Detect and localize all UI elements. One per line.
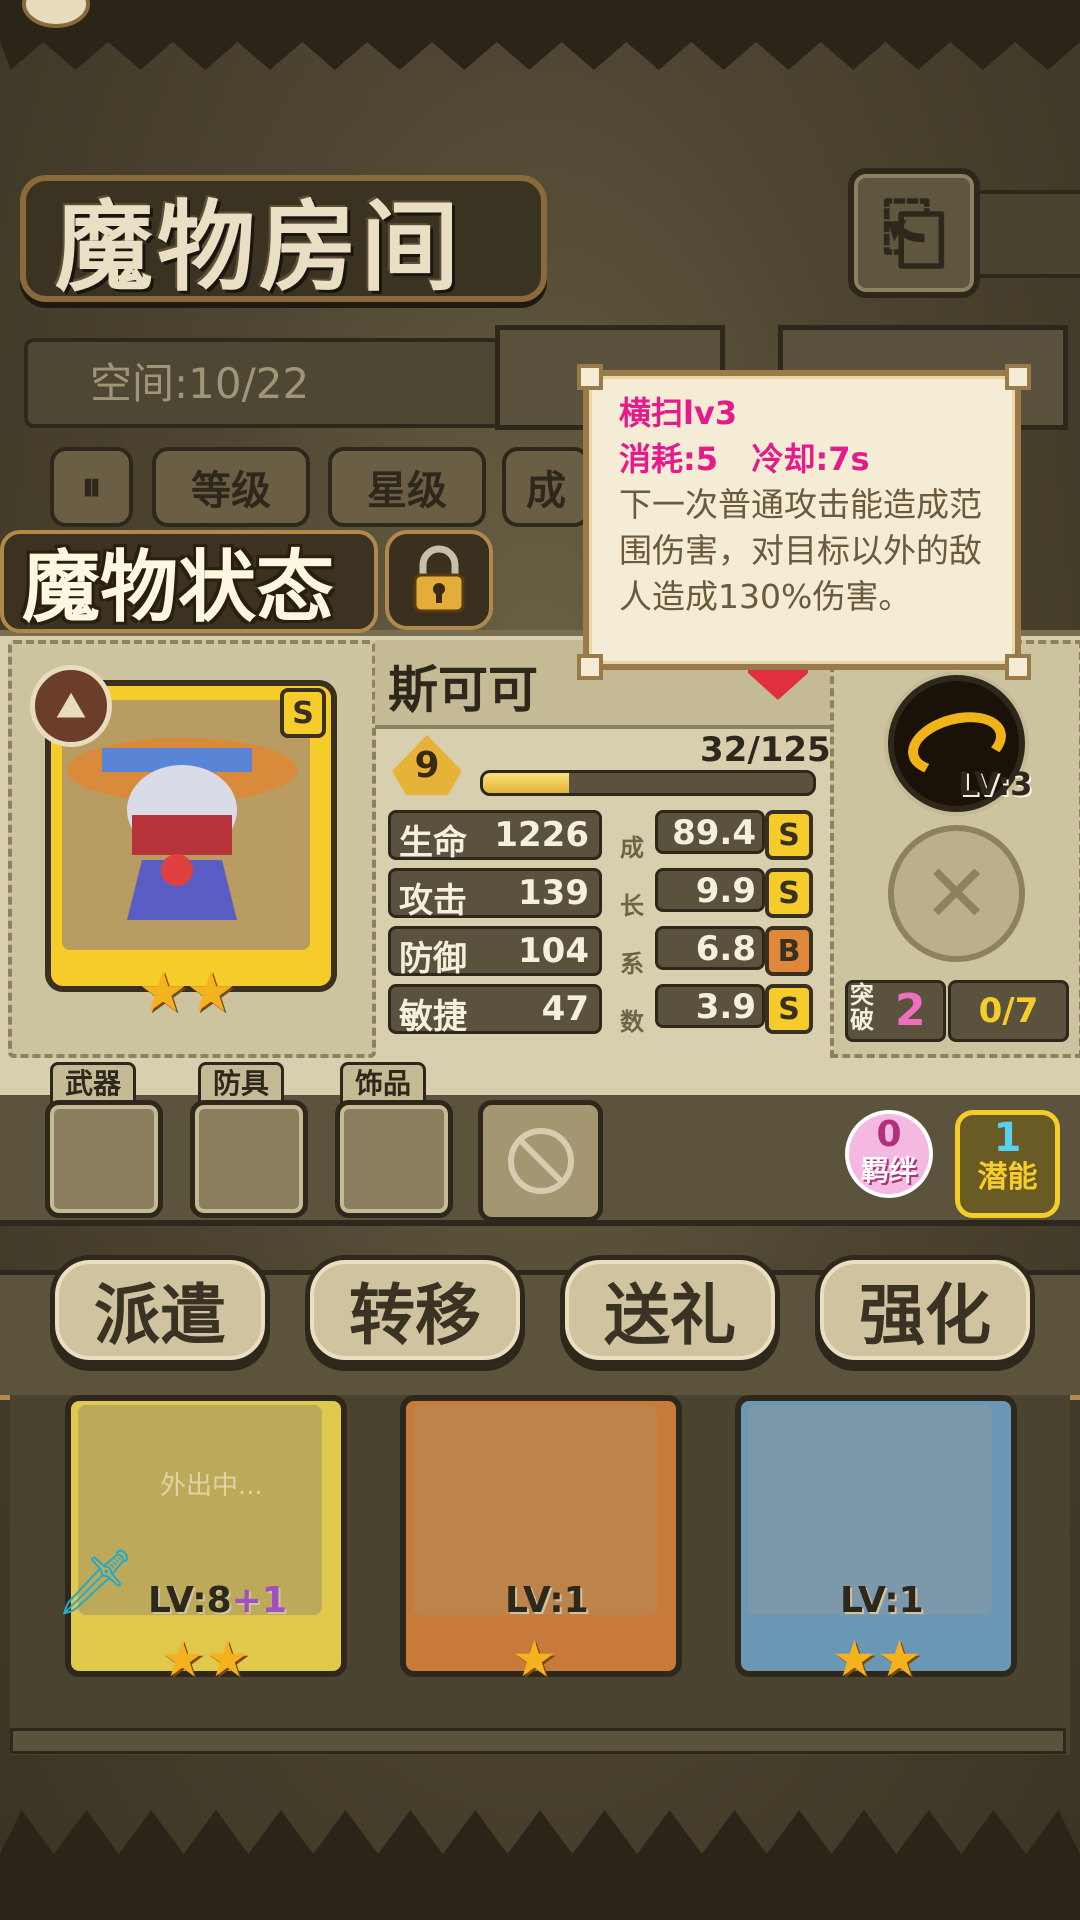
dispatch-button[interactable]: 派遣 [50, 1255, 270, 1365]
growth-attack: 9.9 [655, 868, 765, 912]
space-count: 空间:10/22 [90, 359, 310, 408]
breakthrough-label: 突破 [850, 981, 874, 1034]
breakthrough-count: 2 [895, 985, 926, 1036]
lock-button[interactable] [385, 530, 493, 630]
stat-attack: 攻击 139 [388, 868, 602, 921]
monster-name: 斯可可 [388, 661, 538, 719]
no-entry-icon [507, 1128, 574, 1194]
grade-badge: S [765, 810, 813, 860]
growth-hp: 89.4 [655, 810, 765, 854]
bond-label: 羁绊 [860, 1154, 917, 1187]
stat-label: 防御 [399, 939, 467, 979]
stat-value: 139 [518, 873, 589, 913]
grade-badge: S [765, 868, 813, 918]
sort-toggle-button[interactable]: ⏸ [50, 447, 133, 527]
potential-count: 1 [993, 1115, 1022, 1161]
tooltip-corner [1005, 364, 1031, 390]
tooltip-corner [577, 364, 603, 390]
tooltip-title: 横扫lv3 [619, 394, 738, 432]
growth-label: 长 [620, 892, 644, 920]
star-icon: ★ [160, 1630, 205, 1688]
stat-label: 生命 [399, 823, 467, 863]
close-icon: ✕ [922, 847, 991, 940]
potential-button[interactable]: 1 潜能 [955, 1110, 1060, 1218]
tooltip-corner [1005, 654, 1031, 680]
filter-growth-button[interactable]: 成 [502, 447, 590, 527]
tooltip-cost: 消耗:5 冷却:7s [619, 440, 870, 478]
return-arrow-icon: ⎗ [882, 186, 946, 279]
star-icon: ★ [205, 1630, 250, 1688]
status-title: 魔物状态 [22, 542, 335, 633]
monster-portrait [62, 700, 310, 950]
transfer-button[interactable]: 转移 [305, 1255, 525, 1365]
exp-text: 32/125 [700, 730, 831, 770]
list-level: LV:8+1 [148, 1580, 287, 1621]
stat-hp: 生命 1226 [388, 810, 602, 863]
bottom-border [0, 1810, 1080, 1920]
list-level-bonus: +1 [231, 1580, 287, 1621]
growth-defense: 6.8 [655, 926, 765, 970]
back-button[interactable]: ⎗ [848, 168, 980, 298]
potential-label: 潜能 [977, 1160, 1038, 1195]
bond-count: 0 [876, 1114, 902, 1155]
growth-label: 成 [620, 834, 644, 862]
stat-value: 104 [518, 931, 589, 971]
skill-tooltip: 横扫lv3 消耗:5 冷却:7s 下一次普通攻击能造成范围伤害，对目标以外的敌人… [583, 370, 1021, 670]
growth-label: 系 [620, 950, 644, 978]
sort-icon: ⏸ [81, 464, 102, 510]
filter-level-button[interactable]: 等级 [152, 447, 310, 527]
star-icon: ★ [877, 1630, 922, 1688]
armor-slot[interactable] [190, 1100, 308, 1218]
skill-level: LV:3 [958, 765, 1033, 803]
star-icon: ★ [832, 1630, 877, 1688]
rank-badge: S [280, 688, 326, 738]
enhance-button[interactable]: 强化 [815, 1255, 1035, 1365]
away-status: 外出中... [160, 1471, 263, 1501]
lock-icon [413, 545, 465, 613]
bond-button[interactable]: 0 羁绊 [845, 1110, 933, 1198]
growth-label: 数 [620, 1008, 644, 1036]
exp-bar [480, 770, 816, 796]
list-level: LV:1 [840, 1580, 924, 1621]
weapon-slot[interactable] [45, 1100, 163, 1218]
stat-agility: 敏捷 47 [388, 984, 602, 1037]
tooltip-corner [577, 654, 603, 680]
growth-agility: 3.9 [655, 984, 765, 1028]
stat-label: 敏捷 [399, 997, 467, 1037]
stat-value: 47 [541, 989, 589, 1029]
exp-fill [483, 773, 569, 793]
empty-skill-slot[interactable]: ✕ [888, 825, 1025, 962]
grade-badge: B [765, 926, 813, 976]
stat-defense: 防御 104 [388, 926, 602, 979]
stat-label: 攻击 [399, 881, 467, 921]
page-title: 魔物房间 [55, 190, 464, 305]
class-mountain-icon: ⛰ [30, 665, 112, 747]
accessory-slot[interactable] [335, 1100, 453, 1218]
tooltip-description: 下一次普通攻击能造成范围伤害，对目标以外的敌人造成130%伤害。 [619, 485, 982, 616]
breakthrough-progress[interactable]: 0/7 [948, 980, 1069, 1042]
grade-badge: S [765, 984, 813, 1034]
list-level-value: LV:8 [148, 1580, 232, 1621]
star-icon: ★ [138, 960, 189, 1025]
list-scroll-rail[interactable] [10, 1728, 1066, 1754]
stat-value: 1226 [494, 815, 589, 855]
locked-slot [478, 1100, 603, 1222]
gift-button[interactable]: 送礼 [560, 1255, 780, 1365]
star-icon: ★ [186, 960, 237, 1025]
filter-star-button[interactable]: 星级 [328, 447, 486, 527]
list-level: LV:1 [505, 1580, 589, 1621]
sword-icon: 🗡 [55, 1546, 137, 1620]
star-icon: ★ [512, 1630, 557, 1688]
